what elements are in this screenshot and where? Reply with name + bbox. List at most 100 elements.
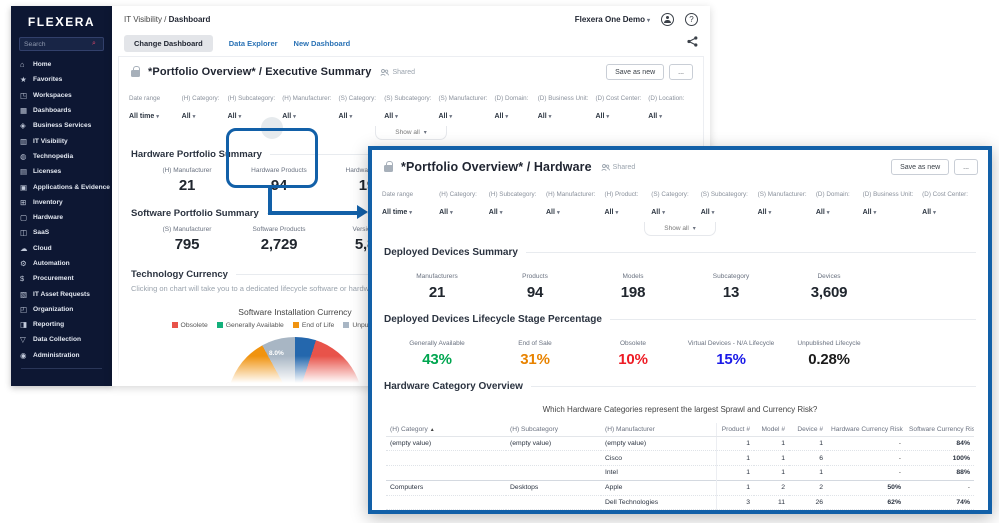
chevron-down-icon: ▾ — [293, 114, 296, 120]
filter-dropdown[interactable]: (S) Manufacturer: All▾ — [438, 87, 487, 123]
sidebar-item[interactable]: ◍ Technopedia — [11, 149, 112, 164]
more-options-button[interactable]: ... — [669, 64, 693, 80]
filter-value[interactable]: All▾ — [651, 209, 665, 216]
filter-dropdown[interactable]: (D) Business Unit: All▾ — [538, 87, 589, 123]
filter-value[interactable]: All time▾ — [129, 113, 159, 120]
col-product[interactable]: Product # — [716, 423, 754, 437]
sidebar-search[interactable]: ⌕ — [19, 37, 104, 51]
sidebar-item[interactable]: ◈ Business Services — [11, 118, 112, 133]
filter-dropdown[interactable]: (D) Domain: All▾ — [816, 183, 856, 219]
breadcrumb-section[interactable]: IT Visibility — [124, 15, 162, 24]
legend-item[interactable]: Generally Available — [217, 322, 284, 329]
filter-label: Date range — [382, 191, 413, 198]
sidebar-item[interactable]: ▥ IT Visibility — [11, 133, 112, 148]
filter-dropdown[interactable]: (D) Domain: All▾ — [494, 87, 530, 123]
col-device[interactable]: Device # — [789, 423, 827, 437]
show-all-toggle[interactable]: Show all ▾ — [644, 222, 716, 236]
filter-value[interactable]: All▾ — [339, 113, 353, 120]
sidebar-item[interactable]: ▣ Applications & Evidence — [11, 179, 112, 194]
breadcrumb[interactable]: IT Visibility / Dashboard — [124, 15, 210, 24]
filter-dropdown[interactable]: (D) Cost Center: All▾ — [595, 87, 641, 123]
account-menu[interactable]: Flexera One Demo▾ — [575, 15, 650, 24]
sidebar-item[interactable]: ★ Favorites — [11, 72, 112, 87]
filter-dropdown[interactable]: (H) Subcategory: All▾ — [489, 183, 539, 219]
sidebar-item[interactable]: ⚙ Automation — [11, 256, 112, 271]
search-icon[interactable]: ⌕ — [89, 40, 99, 48]
share-icon[interactable] — [687, 34, 698, 52]
filter-value[interactable]: All▾ — [648, 113, 662, 120]
filter-dropdown[interactable]: Date range All time▾ — [129, 87, 175, 123]
stat-tile[interactable]: Software Products 2,729 — [233, 226, 325, 253]
filter-value[interactable]: All▾ — [922, 209, 936, 216]
sidebar-item[interactable]: ☁ Cloud — [11, 241, 112, 256]
col-hw-risk[interactable]: Hardware Currency Risk — [827, 423, 905, 437]
filter-dropdown[interactable]: (H) Product: All▾ — [604, 183, 644, 219]
filter-dropdown[interactable]: (H) Category: All▾ — [439, 183, 482, 219]
stat-tile[interactable]: (S) Manufacturer 795 — [141, 226, 233, 253]
col-manufacturer[interactable]: (H) Manufacturer — [601, 423, 716, 437]
col-sw-risk[interactable]: Software Currency Risk — [905, 423, 974, 437]
filter-value[interactable]: All▾ — [439, 209, 453, 216]
legend-item[interactable]: Obsolete — [172, 322, 208, 329]
sidebar-item[interactable]: ◰ Organization — [11, 302, 112, 317]
filter-value[interactable]: All▾ — [494, 113, 508, 120]
help-icon[interactable]: ? — [685, 13, 698, 26]
filter-value[interactable]: All▾ — [384, 113, 398, 120]
filter-value[interactable]: All▾ — [816, 209, 830, 216]
col-category[interactable]: (H) Category▲ — [386, 423, 506, 437]
save-as-new-button[interactable]: Save as new — [606, 64, 664, 80]
filter-dropdown[interactable]: (S) Category: All▾ — [651, 183, 693, 219]
filter-value[interactable]: All▾ — [182, 113, 196, 120]
show-all-toggle[interactable]: Show all ▾ — [375, 126, 447, 140]
sidebar-item[interactable]: ▢ Hardware — [11, 210, 112, 225]
deployed-devices-heading: Deployed Devices Summary — [384, 247, 976, 258]
filter-dropdown[interactable]: (D) Business Unit: All▾ — [863, 183, 916, 219]
filter-dropdown[interactable]: (H) Manufacturer: All▾ — [282, 87, 331, 123]
filter-dropdown[interactable]: (S) Category: All▾ — [339, 87, 378, 123]
col-model[interactable]: Model # — [754, 423, 789, 437]
cell-model: 1 — [754, 466, 789, 481]
sidebar-item[interactable]: ◨ Reporting — [11, 317, 112, 332]
filter-value[interactable]: All▾ — [282, 113, 296, 120]
search-input[interactable] — [24, 41, 89, 48]
sidebar-item[interactable]: $ Procurement — [11, 271, 112, 286]
sidebar-item[interactable]: ▤ Licenses — [11, 164, 112, 179]
filter-dropdown[interactable]: (S) Manufacturer: All▾ — [758, 183, 809, 219]
sidebar-item[interactable]: ◉ Administration — [11, 348, 112, 363]
sidebar-item[interactable]: ⊞ Inventory — [11, 195, 112, 210]
filter-dropdown[interactable]: (D) Cost Center: All▾ — [922, 183, 971, 219]
filter-value[interactable]: All▾ — [546, 209, 560, 216]
legend-item[interactable]: End of Life — [293, 322, 335, 329]
save-as-new-button[interactable]: Save as new — [891, 159, 949, 175]
sidebar-item[interactable]: ◳ Workspaces — [11, 88, 112, 103]
filter-value[interactable]: All▾ — [228, 113, 242, 120]
filter-value[interactable]: All▾ — [538, 113, 552, 120]
sidebar-item[interactable]: ▽ Data Collection — [11, 332, 112, 347]
filter-value[interactable]: All▾ — [758, 209, 772, 216]
sidebar-item[interactable]: ◫ SaaS — [11, 225, 112, 240]
filter-dropdown[interactable]: (D) Location: All▾ — [648, 87, 686, 123]
filter-value[interactable]: All▾ — [701, 209, 715, 216]
col-subcategory[interactable]: (H) Subcategory — [506, 423, 601, 437]
sidebar-item[interactable]: ▧ IT Asset Requests — [11, 286, 112, 301]
filter-dropdown[interactable]: Date range All time▾ — [382, 183, 432, 219]
change-dashboard-button[interactable]: Change Dashboard — [124, 35, 213, 52]
filter-dropdown[interactable]: (S) Subcategory: All▾ — [701, 183, 751, 219]
sidebar-item[interactable]: ⌂ Home — [11, 57, 112, 72]
filter-value[interactable]: All▾ — [438, 113, 452, 120]
filter-value[interactable]: All time▾ — [382, 209, 412, 216]
filter-value[interactable]: All▾ — [863, 209, 877, 216]
filter-dropdown[interactable]: (H) Manufacturer: All▾ — [546, 183, 598, 219]
more-options-button[interactable]: ... — [954, 159, 978, 175]
sidebar-item[interactable]: ▦ Dashboards — [11, 103, 112, 118]
stat-tile[interactable]: (H) Manufacturer 21 — [141, 167, 233, 194]
filter-dropdown[interactable]: (H) Category: All▾ — [182, 87, 221, 123]
filter-dropdown[interactable]: (S) Subcategory: All▾ — [384, 87, 431, 123]
avatar-icon[interactable] — [661, 13, 674, 26]
filter-value[interactable]: All▾ — [595, 113, 609, 120]
filter-value[interactable]: All▾ — [489, 209, 503, 216]
new-dashboard-link[interactable]: New Dashboard — [294, 39, 351, 48]
filter-value[interactable]: All▾ — [604, 209, 618, 216]
pie-chart[interactable]: 43% 16% 8.0% — [227, 337, 363, 387]
data-explorer-link[interactable]: Data Explorer — [229, 39, 278, 48]
